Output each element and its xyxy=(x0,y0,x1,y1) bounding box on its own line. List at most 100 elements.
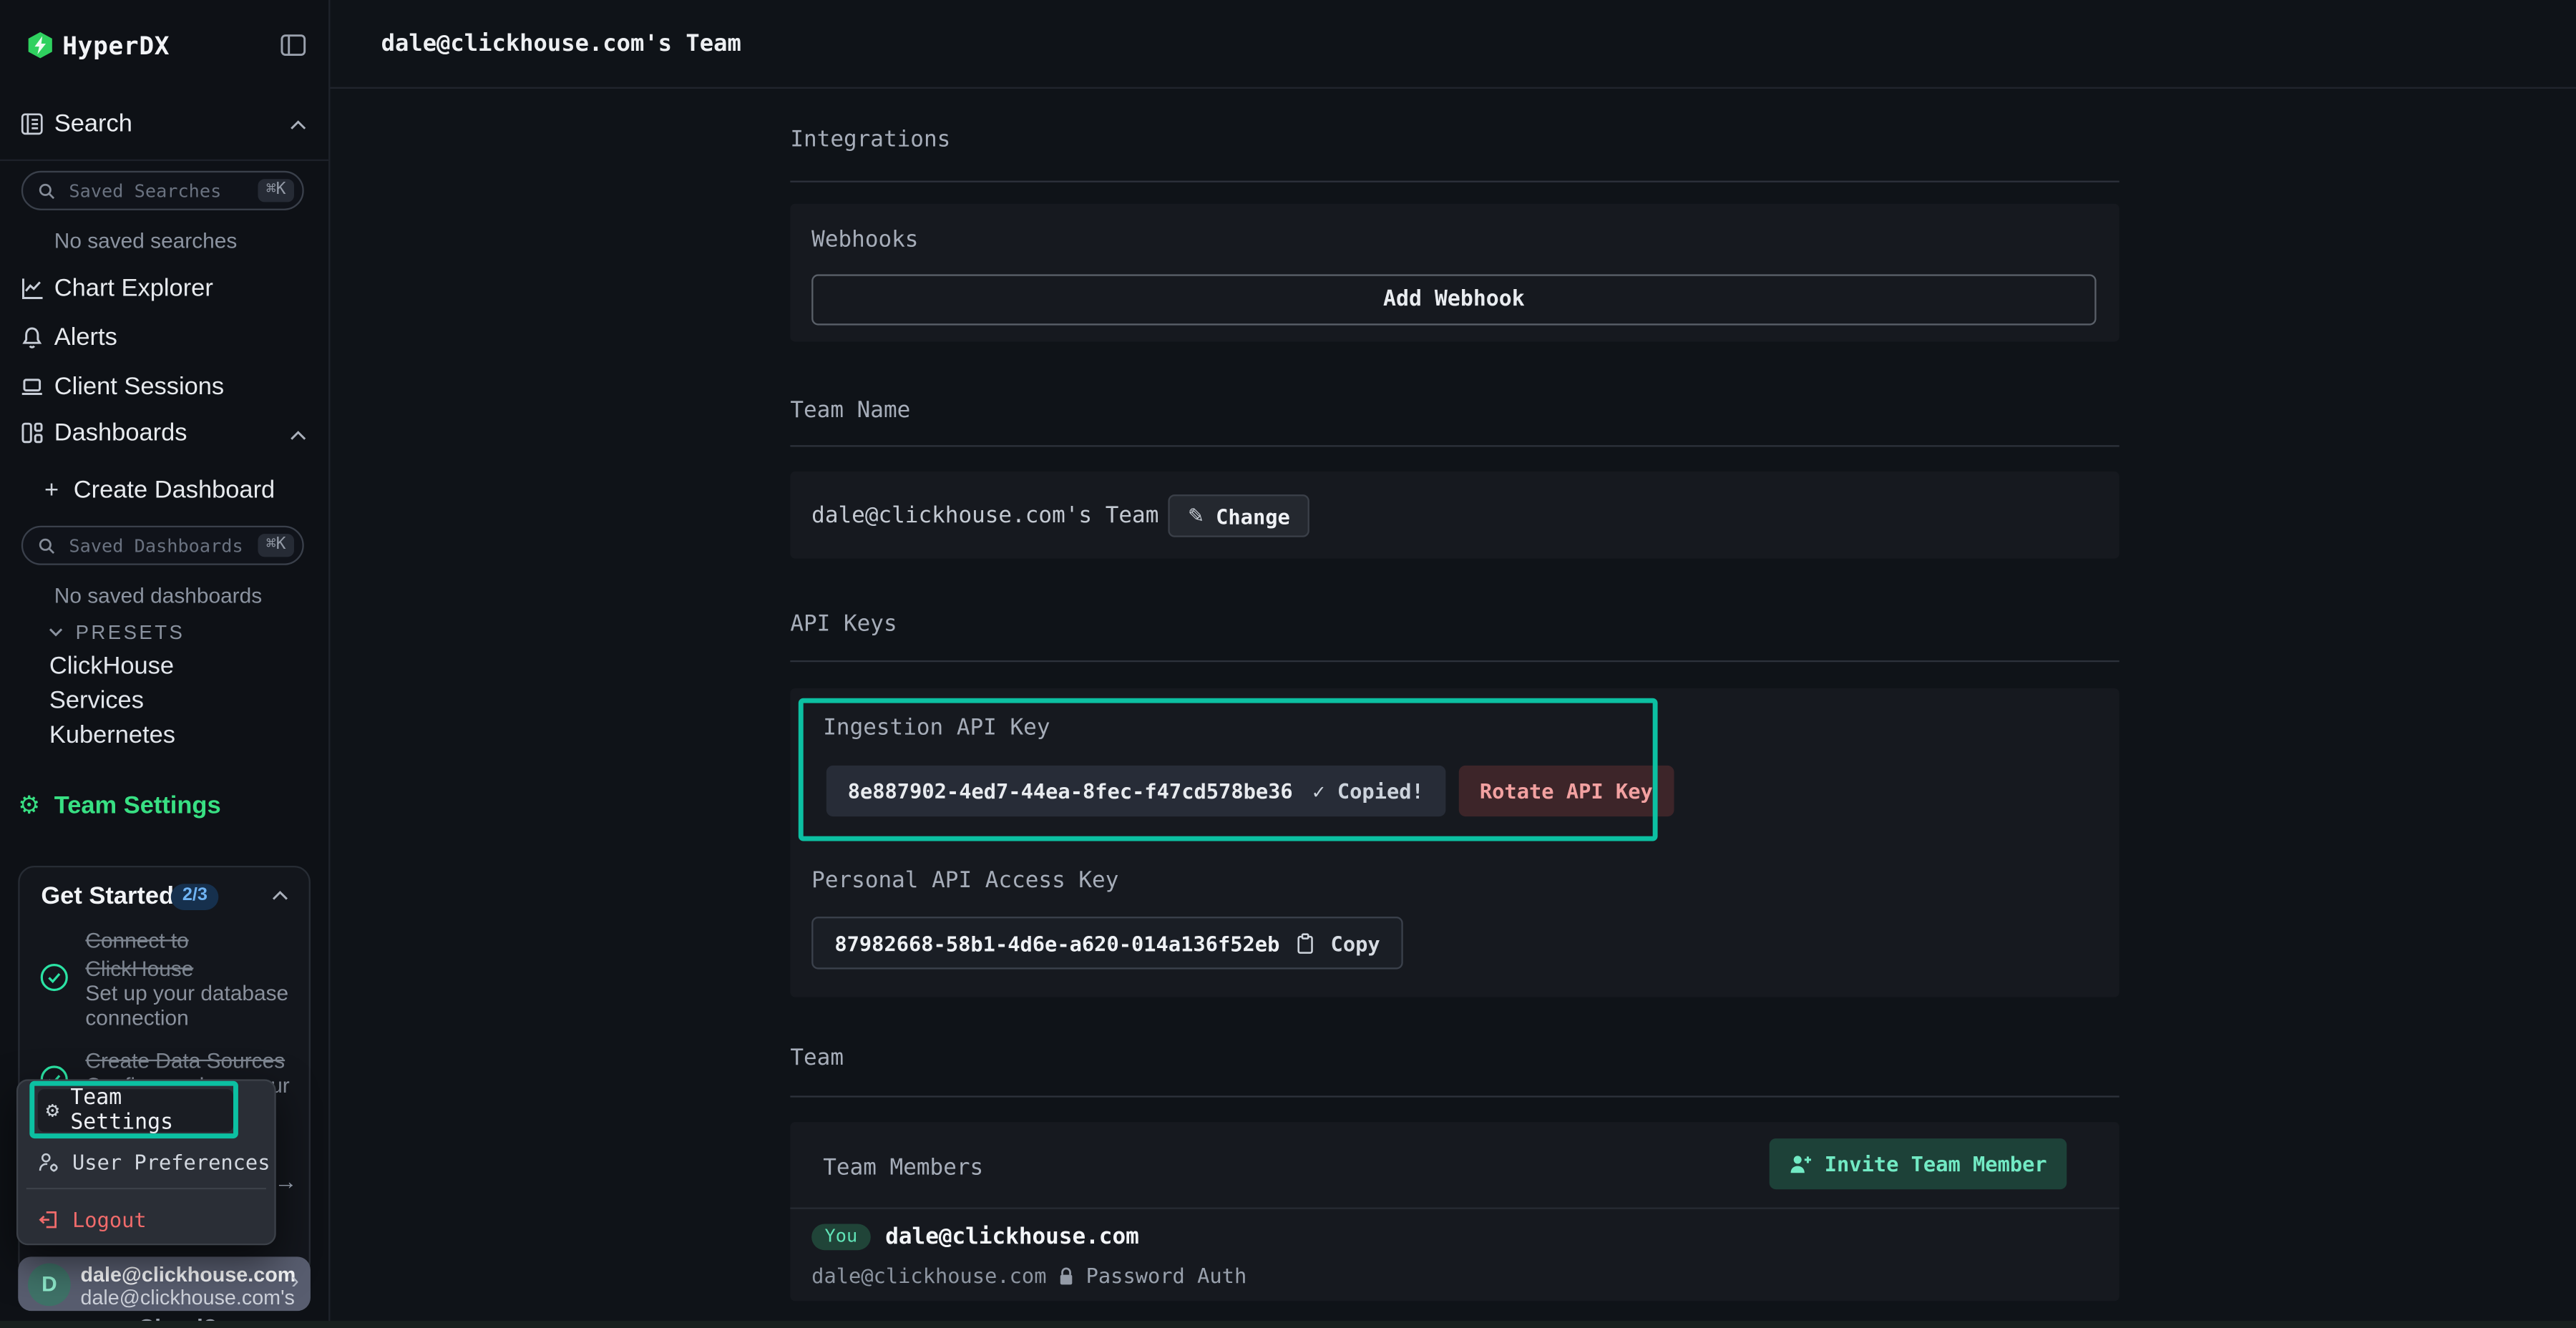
main-area: dale@clickhouse.com's Team Integrations … xyxy=(328,0,2576,1328)
section-divider xyxy=(790,660,2119,662)
you-badge: You xyxy=(811,1224,870,1250)
section-heading-api-keys: API Keys xyxy=(790,611,897,638)
search-section-label: Search xyxy=(54,110,132,138)
change-label: Change xyxy=(1216,504,1290,528)
saved-searches-search[interactable]: ⌘K xyxy=(21,171,304,210)
ingestion-key-value: 8e887902-4ed7-44ea-8fec-f47cd578be36 xyxy=(848,778,1293,803)
gear-icon: ⚙ xyxy=(18,790,40,819)
preset-kubernetes[interactable]: Kubernetes xyxy=(49,721,175,749)
app-logo: HyperDX xyxy=(0,21,328,71)
section-divider xyxy=(790,445,2119,446)
menu-item-label: User Preferences xyxy=(72,1149,270,1173)
sidebar-item-label: Chart Explorer xyxy=(54,274,213,302)
menu-item-logout[interactable]: Logout xyxy=(38,1204,147,1234)
menu-item-label: Logout xyxy=(72,1206,147,1231)
check-circle-icon xyxy=(39,962,69,992)
menu-item-user-preferences[interactable]: User Preferences xyxy=(38,1147,270,1176)
clipboard-icon xyxy=(1296,932,1314,954)
sidebar-item-alerts[interactable]: Alerts xyxy=(0,322,328,355)
app-title: HyperDX xyxy=(62,31,170,61)
dashboard-grid-icon xyxy=(20,421,44,445)
search-icon xyxy=(38,537,56,555)
ingestion-key-row: 8e887902-4ed7-44ea-8fec-f47cd578be36 ✓ C… xyxy=(826,766,1674,816)
get-started-item-title[interactable]: Create Data Sources xyxy=(85,1047,331,1075)
preset-clickhouse[interactable]: ClickHouse xyxy=(49,652,174,680)
kbd-shortcut: ⌘K xyxy=(258,534,294,557)
member-details-row: dale@clickhouse.com Password Auth xyxy=(811,1264,1246,1288)
saved-searches-input[interactable] xyxy=(66,178,248,202)
saved-dashboards-search[interactable]: ⌘K xyxy=(21,526,304,565)
sidebar-item-chart-explorer[interactable]: Chart Explorer xyxy=(0,273,328,306)
avatar: D xyxy=(28,1262,71,1305)
create-dashboard-button[interactable]: +Create Dashboard xyxy=(44,477,275,509)
gear-icon: ⚙ xyxy=(46,1098,59,1123)
member-auth-method: Password Auth xyxy=(1086,1264,1247,1288)
get-started-item-title[interactable]: Connect to ClickHouse xyxy=(85,927,250,982)
kbd-shortcut: ⌘K xyxy=(258,179,294,202)
copy-label: Copy xyxy=(1331,931,1380,955)
sidebar-section-search[interactable]: Search xyxy=(0,109,328,145)
sidebar-collapse-icon[interactable] xyxy=(279,31,308,61)
user-account-button[interactable]: D dale@clickhouse.com dale@clickhouse.co… xyxy=(18,1256,311,1311)
menu-divider xyxy=(26,1188,266,1189)
webhooks-title: Webhooks xyxy=(811,227,918,253)
team-name-card: dale@clickhouse.com's Team ✎ Change xyxy=(790,472,2119,559)
pencil-icon: ✎ xyxy=(1188,504,1204,527)
change-team-name-button[interactable]: ✎ Change xyxy=(1168,494,1309,537)
add-webhook-button[interactable]: Add Webhook xyxy=(811,274,2096,325)
personal-key-value: 87982668-58b1-4d6e-a620-014a136f52eb xyxy=(834,931,1279,955)
sidebar-item-team-settings[interactable]: ⚙ Team Settings xyxy=(0,790,328,826)
sidebar-item-label: Alerts xyxy=(54,323,117,351)
section-heading-integrations: Integrations xyxy=(790,127,950,153)
section-divider xyxy=(790,181,2119,182)
saved-dashboards-input[interactable] xyxy=(66,533,248,557)
webhooks-card: Webhooks Add Webhook xyxy=(790,204,2119,342)
member-email: dale@clickhouse.com xyxy=(885,1224,1139,1250)
invite-team-member-label: Invite Team Member xyxy=(1825,1151,2047,1176)
sidebar-item-label: Dashboards xyxy=(54,419,187,446)
card-divider xyxy=(790,1208,2119,1209)
section-heading-team-name: Team Name xyxy=(790,398,910,424)
sidebar: HyperDX Search ⌘K No saved searches xyxy=(0,0,330,1328)
section-divider xyxy=(790,1095,2119,1097)
logout-icon xyxy=(38,1209,59,1230)
team-member-row: You dale@clickhouse.com xyxy=(811,1224,1139,1250)
personal-key-label: Personal API Access Key xyxy=(811,867,1118,894)
copied-status: ✓ Copied! xyxy=(1312,778,1424,803)
bottom-edge-strip xyxy=(0,1321,2576,1328)
chevron-up-icon xyxy=(289,429,307,441)
sidebar-item-dashboards[interactable]: Dashboards xyxy=(0,417,328,450)
no-saved-dashboards-text: No saved dashboards xyxy=(54,583,262,607)
team-members-card: Team Members Invite Team Member You dale… xyxy=(790,1122,2119,1301)
team-name-value: dale@clickhouse.com's Team xyxy=(811,503,1158,529)
sidebar-divider xyxy=(0,160,328,161)
personal-key-chip[interactable]: 87982668-58b1-4d6e-a620-014a136f52eb Cop… xyxy=(811,917,1403,969)
menu-item-team-settings[interactable]: ⚙ Team Settings xyxy=(38,1089,233,1132)
menu-item-label: Team Settings xyxy=(70,1086,233,1136)
user-menu-popup: ⚙ Team Settings User Preferences Logout xyxy=(16,1079,276,1245)
app-window: HyperDX Search ⌘K No saved searches xyxy=(0,0,2576,1328)
chevron-up-icon[interactable] xyxy=(271,889,289,902)
bell-icon xyxy=(20,326,44,350)
chevron-up-icon xyxy=(289,118,307,131)
page-title: dale@clickhouse.com's Team xyxy=(381,31,741,58)
no-saved-searches-text: No saved searches xyxy=(54,228,237,253)
rotate-api-key-label: Rotate API Key xyxy=(1480,778,1653,803)
api-keys-card: Ingestion API Key 8e887902-4ed7-44ea-8fe… xyxy=(790,688,2119,997)
rotate-api-key-button[interactable]: Rotate API Key xyxy=(1458,766,1674,816)
chevron-right-icon: › xyxy=(291,1266,299,1293)
arrow-right-icon: → xyxy=(274,1168,297,1194)
get-started-title: Get Started xyxy=(41,882,174,910)
section-heading-team: Team xyxy=(790,1045,844,1071)
user-team: dale@clickhouse.com's xyxy=(81,1286,295,1309)
user-plus-icon xyxy=(1788,1153,1811,1175)
presets-label: PRESETS xyxy=(76,621,185,644)
team-settings-label: Team Settings xyxy=(54,792,221,820)
sidebar-item-client-sessions[interactable]: Client Sessions xyxy=(0,371,328,404)
get-started-progress-badge: 2/3 xyxy=(171,884,219,910)
ingestion-key-chip[interactable]: 8e887902-4ed7-44ea-8fec-f47cd578be36 ✓ C… xyxy=(826,766,1445,816)
member-email-sub: dale@clickhouse.com xyxy=(811,1264,1046,1288)
invite-team-member-button[interactable]: Invite Team Member xyxy=(1769,1138,2067,1189)
preset-services[interactable]: Services xyxy=(49,687,144,715)
chart-icon xyxy=(20,276,44,301)
